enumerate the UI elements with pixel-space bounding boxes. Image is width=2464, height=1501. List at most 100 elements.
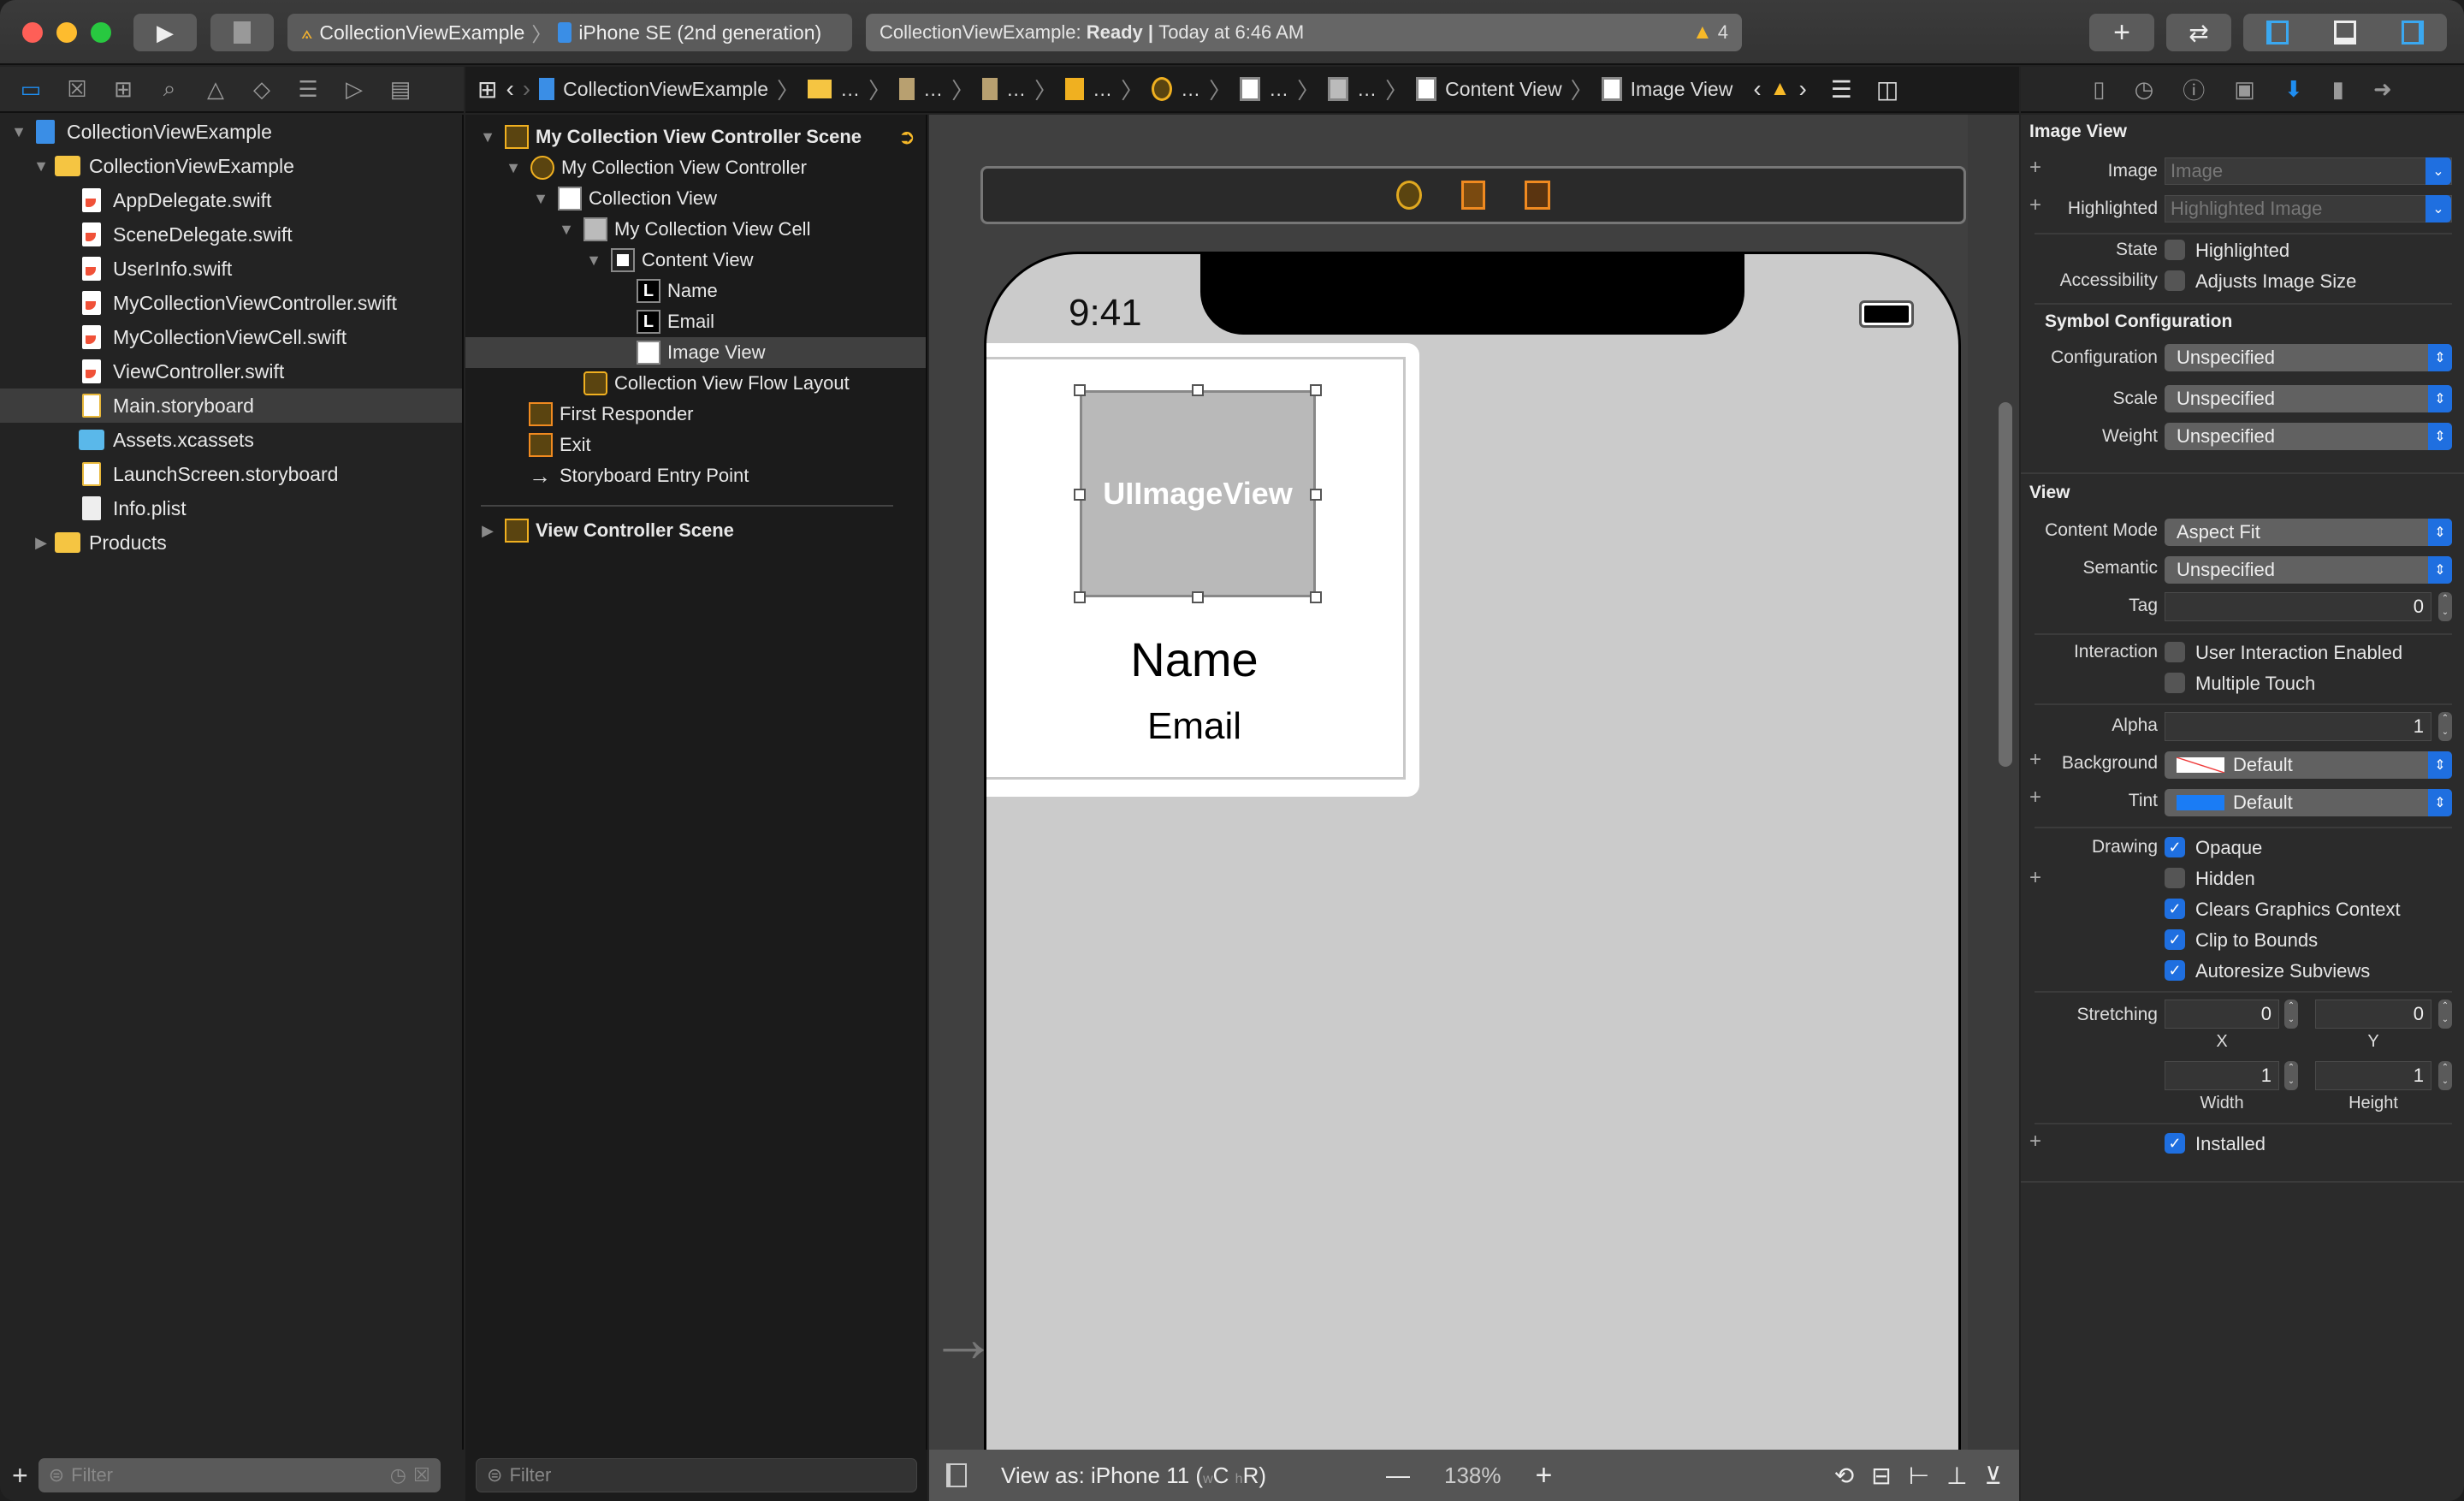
add-variation-icon[interactable]: +: [2029, 866, 2041, 890]
add-variation-icon[interactable]: +: [2029, 1130, 2041, 1154]
alpha-stepper[interactable]: ⌃ ⌄: [2438, 712, 2452, 741]
code-review-button[interactable]: ⇄: [2166, 14, 2231, 51]
autoresize-subviews-checkbox[interactable]: ✓: [2165, 960, 2185, 981]
outline-row[interactable]: → Storyboard Entry Point: [465, 460, 926, 491]
related-items-icon[interactable]: ⊞: [477, 75, 497, 104]
disclosure-open-icon[interactable]: ▼: [9, 123, 29, 141]
adjusts-image-size-checkbox[interactable]: [2165, 270, 2185, 291]
stop-button[interactable]: [210, 14, 274, 51]
size-inspector-icon[interactable]: ▮: [2332, 76, 2344, 103]
chevron-down-icon[interactable]: ⌄: [2426, 157, 2451, 185]
embed-in-stack-icon[interactable]: ⊟: [1871, 1462, 1891, 1490]
quick-help-icon[interactable]: ⓘ: [2183, 74, 2205, 105]
device-config-button[interactable]: View as: iPhone 11 (wC hR): [1001, 1462, 1266, 1489]
jumpbar-item[interactable]: …: [1269, 78, 1288, 101]
zoom-level[interactable]: 138%: [1444, 1462, 1502, 1489]
image-view-selected[interactable]: UIImageView: [1074, 384, 1322, 603]
warning-triangle-icon[interactable]: △: [198, 72, 233, 106]
outline-row[interactable]: ▼ My Collection View Controller Scene ➲: [465, 122, 926, 152]
canvas-vertical-scrollbar[interactable]: [1968, 115, 2019, 1450]
stretch-y-field[interactable]: 0: [2315, 1000, 2431, 1029]
file-inspector-icon[interactable]: ▯: [2093, 76, 2105, 103]
first-responder-dock-icon[interactable]: [1461, 181, 1485, 210]
warning-badge[interactable]: ▲ 4: [1692, 21, 1728, 44]
tree-row[interactable]: UserInfo.swift: [0, 252, 462, 286]
outline-row[interactable]: Collection View Flow Layout: [465, 368, 926, 399]
library-button[interactable]: +: [2089, 14, 2154, 51]
storyboard-canvas[interactable]: 9:41 UIImageView Name Email →: [929, 115, 2019, 1450]
clears-graphics-checkbox[interactable]: ✓: [2165, 899, 2185, 919]
installed-checkbox[interactable]: ✓: [2165, 1133, 2185, 1154]
align-icon[interactable]: ⊢: [1909, 1462, 1929, 1490]
tree-row[interactable]: ▶ Products: [0, 525, 462, 560]
zoom-window-button[interactable]: [91, 22, 111, 43]
resize-handle[interactable]: [1074, 591, 1086, 603]
add-constraints-icon[interactable]: ⊥: [1946, 1462, 1967, 1490]
stretch-x-field[interactable]: 0: [2165, 1000, 2279, 1029]
tree-row[interactable]: Info.plist: [0, 491, 462, 525]
tree-row-selected[interactable]: Main.storyboard: [0, 389, 462, 423]
recent-files-icon[interactable]: ◷: [390, 1464, 406, 1486]
scheme-selector[interactable]: ⟑ CollectionViewExample 〉 iPhone SE (2nd…: [287, 14, 852, 51]
resize-handle[interactable]: [1192, 591, 1204, 603]
debug-list-icon[interactable]: ☰: [291, 72, 325, 106]
stretch-width-field[interactable]: 1: [2165, 1061, 2279, 1090]
outline-row[interactable]: ▼ Collection View: [465, 183, 926, 214]
outline-row[interactable]: First Responder: [465, 399, 926, 430]
folder-tab-icon[interactable]: ▭: [14, 72, 48, 106]
toggle-inspector-icon[interactable]: [2402, 21, 2425, 44]
resize-handle[interactable]: [1310, 591, 1322, 603]
report-bubble-icon[interactable]: ▤: [383, 72, 418, 106]
tree-row[interactable]: ▼ CollectionViewExample: [0, 115, 462, 149]
resize-handle[interactable]: [1192, 384, 1204, 396]
disclosure-closed-icon[interactable]: ▶: [477, 522, 498, 540]
add-file-icon[interactable]: +: [12, 1460, 28, 1492]
tree-row[interactable]: LaunchScreen.storyboard: [0, 457, 462, 491]
toggle-navigator-icon[interactable]: [2266, 21, 2289, 44]
scheme-name[interactable]: CollectionViewExample: [319, 21, 524, 44]
scene-arrow-icon[interactable]: ➲: [898, 125, 915, 150]
content-view[interactable]: UIImageView Name Email: [986, 357, 1406, 780]
test-diamond-icon[interactable]: ◇: [245, 72, 279, 106]
warning-icon[interactable]: ▲: [1770, 77, 1791, 101]
semantic-popup[interactable]: Unspecified ⇕: [2165, 556, 2452, 584]
opaque-checkbox[interactable]: ✓: [2165, 837, 2185, 857]
background-color-popup[interactable]: Default ⇕: [2165, 751, 2452, 779]
disclosure-open-icon[interactable]: ▼: [31, 157, 51, 175]
image-combo-field[interactable]: Image ⌄: [2165, 157, 2452, 185]
outline-row-selected[interactable]: Image View: [465, 337, 926, 368]
disclosure-open-icon[interactable]: ▼: [530, 190, 551, 208]
hierarchy-icon[interactable]: ⊞: [106, 72, 140, 106]
email-label[interactable]: Email: [986, 705, 1403, 748]
navigator-filter-field[interactable]: ⊜ Filter ◷ ☒: [38, 1458, 441, 1492]
disclosure-open-icon[interactable]: ▼: [583, 252, 604, 270]
toggle-debug-area-icon[interactable]: [2333, 21, 2356, 44]
editor-options-icon[interactable]: ☰: [1831, 75, 1852, 104]
alpha-field[interactable]: 1: [2165, 712, 2431, 741]
identity-inspector-icon[interactable]: ▣: [2234, 76, 2255, 103]
outline-row[interactable]: ▶ View Controller Scene: [465, 515, 926, 546]
tree-row[interactable]: SceneDelegate.swift: [0, 217, 462, 252]
tree-row[interactable]: Assets.xcassets: [0, 423, 462, 457]
exit-dock-icon[interactable]: [1525, 181, 1550, 210]
close-window-button[interactable]: [22, 22, 43, 43]
tree-row[interactable]: MyCollectionViewCell.swift: [0, 320, 462, 354]
zoom-in-button[interactable]: +: [1536, 1459, 1553, 1492]
tree-row[interactable]: ViewController.swift: [0, 354, 462, 389]
disclosure-closed-icon[interactable]: ▶: [31, 534, 51, 552]
run-button[interactable]: ▶: [133, 14, 197, 51]
forward-icon[interactable]: ›: [523, 75, 530, 103]
outline-row[interactable]: ▼ My Collection View Cell: [465, 214, 926, 245]
disclosure-open-icon[interactable]: ▼: [503, 159, 524, 177]
user-interaction-checkbox[interactable]: [2165, 642, 2185, 662]
source-control-icon[interactable]: ☒: [60, 72, 94, 106]
resize-handle[interactable]: [1310, 489, 1322, 501]
attributes-inspector-icon[interactable]: ⬇: [2284, 76, 2303, 103]
weight-popup[interactable]: Unspecified ⇕: [2165, 423, 2452, 450]
resolve-issues-icon[interactable]: ⊻: [1985, 1462, 2003, 1490]
jumpbar-item[interactable]: …: [1093, 78, 1112, 101]
stretch-height-field[interactable]: 1: [2315, 1061, 2431, 1090]
connections-inspector-icon[interactable]: ➜: [2373, 76, 2392, 103]
jumpbar-item[interactable]: …: [923, 78, 943, 101]
disclosure-open-icon[interactable]: ▼: [477, 128, 498, 146]
